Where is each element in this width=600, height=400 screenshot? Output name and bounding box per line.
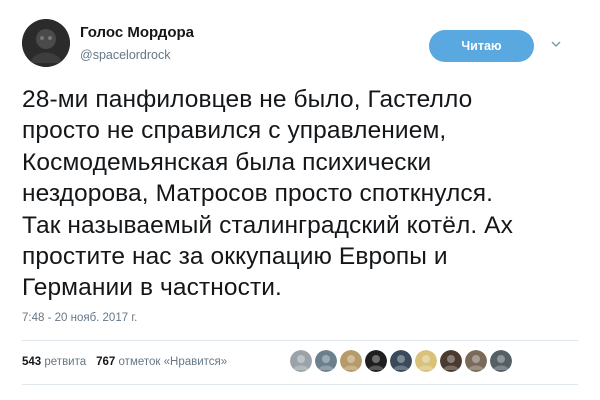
following-button[interactable]: Читаю xyxy=(429,30,534,62)
retweets-count: 543 xyxy=(22,356,42,368)
liker-avatar-icon[interactable] xyxy=(290,350,312,372)
divider xyxy=(22,340,578,341)
likes-count: 767 xyxy=(96,356,116,368)
liker-avatar-icon[interactable] xyxy=(390,350,412,372)
liker-avatar-icon[interactable] xyxy=(340,350,362,372)
likes-stat[interactable]: 767 отметок «Нравится» xyxy=(96,356,227,368)
liker-avatar-icon[interactable] xyxy=(415,350,437,372)
tweet-stats: 543 ретвита 767 отметок «Нравится» xyxy=(22,356,227,368)
liker-avatar-icon[interactable] xyxy=(490,350,512,372)
liker-avatar-icon[interactable] xyxy=(315,350,337,372)
tweet-text-line: Космодемьянская была психически xyxy=(22,148,432,176)
tweet-text-line: простите нас за оккупацию Европы и xyxy=(22,243,448,271)
author-display-name[interactable]: Голос Мордора xyxy=(80,24,194,41)
likes-label: отметок «Нравится» xyxy=(118,356,228,368)
author-avatar[interactable] xyxy=(22,19,70,67)
tweet-text-line: просто не справился с управлением, xyxy=(22,117,447,145)
tweet-text: 28-ми панфиловцев не было, Гастелло прос… xyxy=(22,84,582,304)
more-options-chevron-icon[interactable] xyxy=(548,36,564,52)
author-handle[interactable]: @spacelordrock xyxy=(80,48,171,62)
author-avatar-image xyxy=(22,19,70,67)
likers-avatar-row xyxy=(290,349,515,373)
tweet-text-line: Германии в частности. xyxy=(22,274,282,302)
tweet-timestamp[interactable]: 7:48 - 20 нояб. 2017 г. xyxy=(22,312,137,324)
liker-avatar-icon[interactable] xyxy=(440,350,462,372)
tweet-text-line: нездорова, Матросов просто споткнулся. xyxy=(22,180,494,208)
tweet-text-line: Так называемый сталинградский котёл. Ах xyxy=(22,211,513,239)
divider xyxy=(22,384,578,385)
retweets-stat[interactable]: 543 ретвита xyxy=(22,356,86,368)
liker-avatar-icon[interactable] xyxy=(365,350,387,372)
tweet-text-line: 28-ми панфиловцев не было, Гастелло xyxy=(22,86,473,113)
retweets-label: ретвита xyxy=(44,356,87,368)
liker-avatar-icon[interactable] xyxy=(465,350,487,372)
